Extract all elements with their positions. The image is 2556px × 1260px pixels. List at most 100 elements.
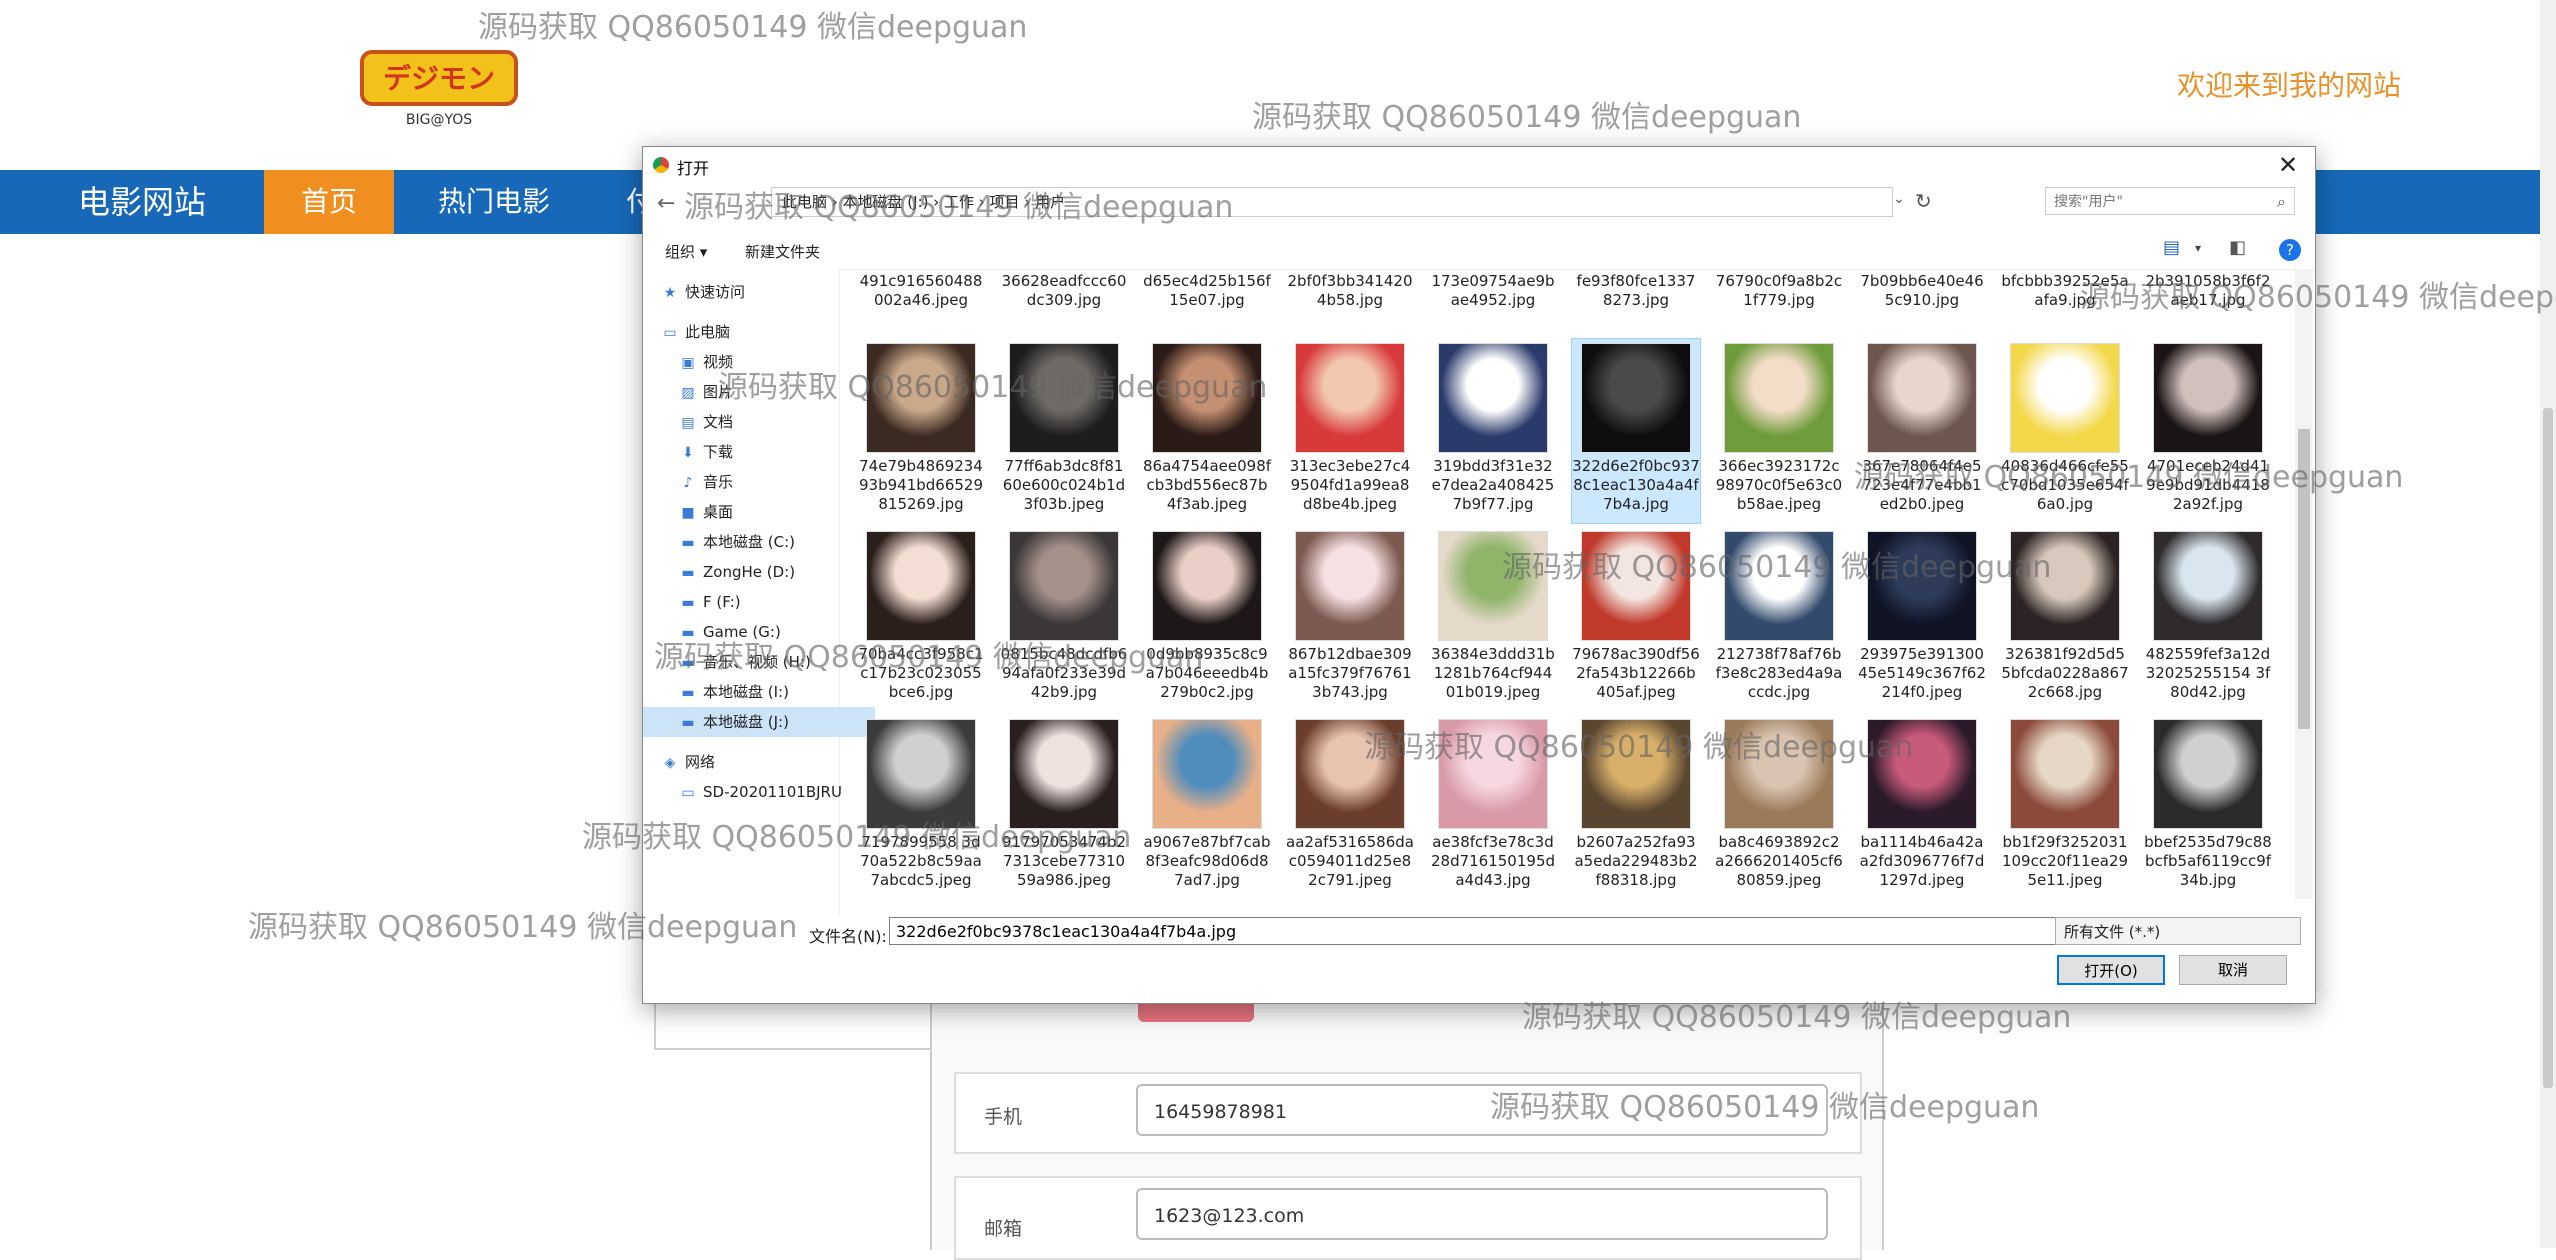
nav-pane-item[interactable]: ⬇ 下载: [643, 437, 875, 467]
file-name: 86a4754aee098fcb3bd556ec87b4f3ab.jpeg: [1143, 457, 1272, 513]
help-icon[interactable]: ?: [2279, 239, 2301, 261]
back-arrow-icon[interactable]: ←: [657, 191, 675, 216]
nav-hot-movies[interactable]: 热门电影: [394, 170, 594, 234]
file-item[interactable]: 38c246b2af03f4fe93f80fce13378273.jpg: [1572, 269, 1700, 319]
nav-pane-item[interactable]: ▬ 本地磁盘 (C:): [643, 527, 875, 557]
file-item[interactable]: 70ba4cc3f958c1c17b23c023055bce6.jpg: [857, 527, 985, 711]
search-icon[interactable]: ⌕: [2277, 188, 2286, 216]
organize-button[interactable]: 组织 ▾: [665, 241, 707, 262]
watermark: 源码获取 QQ86050149 微信deepguan: [582, 820, 1132, 855]
open-button[interactable]: 打开(O): [2057, 955, 2165, 985]
watermark: 源码获取 QQ86050149 微信deepguan: [2080, 280, 2556, 315]
file-item[interactable]: bbef2535d79c88bcfb5af6119cc9f34b.jpg: [2144, 715, 2272, 899]
file-name: bbef2535d79c88bcfb5af6119cc9f34b.jpg: [2144, 833, 2272, 889]
file-name: 74e79b486923493b941bd66529815269.jpg: [859, 457, 983, 513]
image-thumbnail: [1724, 343, 1834, 453]
file-item[interactable]: 09b8ac608c952491c916560488002a46.jpeg: [857, 269, 985, 319]
file-item[interactable]: 366ec3923172c98970c0f5e63c0b58ae.jpeg: [1715, 339, 1843, 523]
file-name: 38c246b2af03f4fe93f80fce13378273.jpg: [1574, 269, 1697, 309]
file-name: 293975e39130045e5149c367f62214f0.jpeg: [1858, 645, 1986, 701]
network-icon: ◈: [664, 755, 676, 771]
email-input[interactable]: 1623@123.com: [1136, 1188, 1828, 1240]
file-name: 322d6e2f0bc9378c1eac130a4a4f7b4a.jpg: [1572, 457, 1700, 513]
file-grid-scrollbar[interactable]: [2295, 269, 2313, 899]
cancel-button[interactable]: 取消: [2179, 955, 2287, 985]
file-name: 14bbe8fe5a82dd65ec4d25b156f15e07.jpg: [1143, 269, 1271, 309]
nav-pane-item[interactable]: ▭ 此电脑: [643, 317, 857, 347]
nav-pane-item[interactable]: ▭ SD-20201101BJRU: [643, 777, 875, 807]
music-icon: ♪: [683, 475, 693, 491]
file-item[interactable]: 313ec3ebe27c49504fd1a99ea8d8be4b.jpeg: [1286, 339, 1414, 523]
file-item[interactable]: 482559fef3a12d32025255154 3f80d42.jpg: [2144, 527, 2272, 711]
filetype-select[interactable]: 所有文件 (*.*): [2055, 917, 2301, 945]
view-dropdown-icon[interactable]: ▾: [2195, 241, 2201, 255]
file-item[interactable]: 30c22c66bf2c292bf0f3bb3414204b58.jpg: [1286, 269, 1414, 319]
file-name: 867b12dbae309a15fc379f767613b743.jpg: [1288, 645, 1412, 701]
file-name: 36384e3ddd31b1281b764cf94401b019.jpeg: [1431, 645, 1555, 701]
search-input[interactable]: 搜索"用户" ⌕: [2045, 187, 2295, 215]
file-item[interactable]: 34a47a2baceb7173e09754ae9bae4952.jpg: [1429, 269, 1557, 319]
dialog-toolbar: 组织 ▾ 新建文件夹 ▤ ▾ ◧ ?: [643, 229, 2315, 270]
file-item[interactable]: 322d6e2f0bc9378c1eac130a4a4f7b4a.jpg: [1571, 338, 1701, 524]
image-thumbnail: [1009, 531, 1119, 641]
filename-label: 文件名(N):: [809, 927, 887, 946]
svg-text:デジモン: デジモン: [383, 62, 495, 95]
file-name: a9067e87bf7cab8f3eafc98d06d87ad7.jpg: [1143, 833, 1271, 889]
nav-pane-label: 网络: [685, 753, 716, 771]
nav-pane-item[interactable]: ▤ 文档: [643, 407, 875, 437]
nav-pane-item[interactable]: ◈ 网络: [643, 747, 857, 777]
nav-brand[interactable]: 电影网站: [78, 170, 206, 234]
nav-pane-item[interactable]: ▬ 本地磁盘 (J:): [643, 707, 875, 737]
image-thumbnail: [1581, 343, 1691, 453]
nav-pane-item[interactable]: ♪ 音乐: [643, 467, 875, 497]
star-icon: ★: [663, 285, 677, 301]
filename-input[interactable]: 322d6e2f0bc9378c1eac130a4a4f7b4a.jpg: [889, 917, 2085, 945]
drive-icon: ▬: [681, 595, 695, 611]
drive-icon: ▬: [681, 565, 695, 581]
image-thumbnail: [1295, 531, 1405, 641]
file-item[interactable]: 47ede229bcd2276790c0f9a8b2c1f779.jpg: [1715, 269, 1843, 319]
chevron-down-icon[interactable]: ⌄: [1893, 191, 1905, 207]
page-scrollbar-thumb[interactable]: [2543, 408, 2553, 1088]
view-options-icon[interactable]: ▤: [2163, 237, 2180, 258]
image-thumbnail: [1295, 343, 1405, 453]
file-item[interactable]: a9067e87bf7cab8f3eafc98d06d87ad7.jpg: [1143, 715, 1271, 899]
file-name: 11d8e606550e236628eadfccc60dc309.jpg: [1001, 269, 1127, 309]
file-item[interactable]: 867b12dbae309a15fc379f767613b743.jpg: [1286, 527, 1414, 711]
close-icon[interactable]: ✕: [2271, 149, 2305, 181]
file-item[interactable]: 11d8e606550e236628eadfccc60dc309.jpg: [1000, 269, 1128, 319]
open-file-dialog: 打开 ✕ ← 此电脑 › 本地磁盘 (J:) › 工作 › 项目 › 用户 ⌄ …: [642, 146, 2316, 1004]
watermark: 源码获取 QQ86050149 微信deepguan: [478, 10, 1028, 45]
file-name: 09b8ac608c952491c916560488002a46.jpeg: [859, 269, 983, 309]
nav-pane-item[interactable]: ■ 桌面: [643, 497, 875, 527]
file-name: bb1f29f3252031109cc20f11ea295e11.jpeg: [2001, 833, 2129, 889]
image-thumbnail: [2153, 343, 2263, 453]
nav-home[interactable]: 首页: [264, 170, 394, 234]
watermark: 源码获取 QQ86050149 微信deepguan: [1502, 550, 2052, 585]
file-item[interactable]: 48b9d40dfac4b67b09bb6e40e465c910.jpg: [1858, 269, 1986, 319]
dialog-title: 打开: [677, 159, 710, 178]
file-name: ae38fcf3e78c3d28d716150195da4d43.jpg: [1430, 833, 1556, 889]
image-thumbnail: [1152, 719, 1262, 829]
file-item[interactable]: 91797053474b27313cebe7731059a986.jpeg: [1000, 715, 1128, 899]
file-name: 212738f78af76bf3e8c283ed4a9accdc.jpg: [1715, 645, 1843, 701]
email-label: 邮箱: [984, 1218, 1023, 1240]
nav-pane-label: ZongHe (D:): [703, 563, 796, 581]
download-icon: ⬇: [682, 445, 694, 461]
svg-text:BIG@YOS: BIG@YOS: [406, 112, 472, 128]
nav-pane-item[interactable]: ▬ 本地磁盘 (I:): [643, 677, 875, 707]
nav-pane-item[interactable]: ▬ F (F:): [643, 587, 875, 617]
file-name: 482559fef3a12d32025255154 3f80d42.jpg: [2145, 645, 2271, 701]
file-item[interactable]: bb1f29f3252031109cc20f11ea295e11.jpeg: [2001, 715, 2129, 899]
nav-pane-item[interactable]: ▬ ZongHe (D:): [643, 557, 875, 587]
file-item[interactable]: 0815bc48dcdfb694afa0f233e39d42b9.jpg: [1000, 527, 1128, 711]
file-item[interactable]: 7197899558 3d70a522b8c59aa7abcdc5.jpeg: [857, 715, 985, 899]
file-item[interactable]: 14bbe8fe5a82dd65ec4d25b156f15e07.jpg: [1143, 269, 1271, 319]
file-item[interactable]: 319bdd3f31e32e7dea2a4084257b9f77.jpg: [1429, 339, 1557, 523]
file-item[interactable]: 0d9bb8935c8c9a7b046eeedb4b279b0c2.jpg: [1143, 527, 1271, 711]
new-folder-button[interactable]: 新建文件夹: [745, 241, 820, 262]
refresh-icon[interactable]: ↻: [1915, 189, 1932, 213]
site-logo: デジモン BIG@YOS: [358, 46, 520, 130]
preview-pane-icon[interactable]: ◧: [2229, 237, 2246, 258]
nav-pane-item[interactable]: ★ 快速访问: [643, 277, 857, 307]
